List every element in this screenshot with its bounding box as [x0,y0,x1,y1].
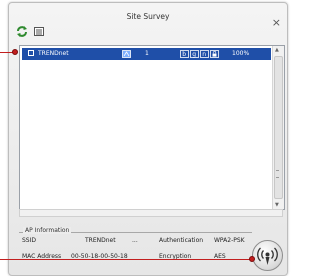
network-channel: 1 [145,50,149,57]
network-type-icon [122,50,131,58]
svg-text:b: b [182,51,186,58]
ssid-value: TRENDnet [85,237,116,244]
ap-information-group: AP Information SSID TRENDnet ... Authent… [19,227,252,269]
list-view-icon[interactable] [34,27,44,36]
close-button[interactable]: × [272,17,281,28]
network-list: TRENDnet 1 b g n 100% ▲ ▼ [19,45,285,210]
callout-line-connect [0,259,253,260]
n-mode-icon: n [200,50,209,58]
svg-text:n: n [202,51,206,58]
ssid-more: ... [132,237,138,244]
lock-icon [210,50,219,58]
scroll-down-icon[interactable]: ▼ [275,202,279,208]
scroll-grip [276,170,279,178]
site-survey-window: Site Survey × TRENDnet 1 b g n 100% ▲ ▼ … [8,2,288,276]
callout-dot-network [12,49,18,55]
ssid-label: SSID [22,237,37,244]
connect-button[interactable] [252,240,283,271]
row-selection-box [28,50,34,56]
refresh-icon[interactable] [16,25,28,38]
b-mode-icon: b [180,50,189,58]
vertical-scrollbar[interactable]: ▲ ▼ [272,46,284,209]
mode-icons: b g n [180,50,219,58]
window-title: Site Survey [126,12,170,21]
g-mode-icon: g [190,50,199,58]
svg-text:g: g [192,51,196,58]
authentication-label: Authentication [159,237,204,244]
scroll-up-icon[interactable]: ▲ [275,47,279,53]
network-row[interactable]: TRENDnet 1 b g n 100% [22,48,271,60]
network-ssid: TRENDnet [38,50,69,57]
horizontal-scrollbar[interactable] [19,209,283,217]
ap-information-title: AP Information [23,227,72,234]
authentication-value: WPA2-PSK [214,237,245,244]
signal-strength: 100% [232,50,250,57]
wireless-connect-icon [257,247,278,265]
callout-dot-connect [249,256,255,262]
